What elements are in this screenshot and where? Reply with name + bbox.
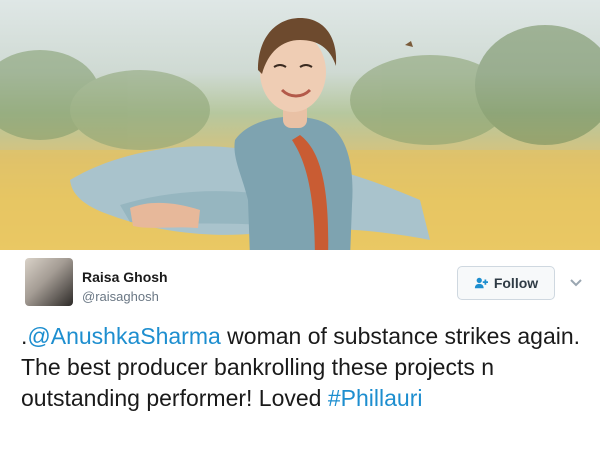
tweet-text: .@AnushkaSharma woman of substance strik… [21, 321, 586, 414]
follow-button[interactable]: Follow [457, 266, 555, 300]
follow-button-label: Follow [493, 275, 539, 291]
add-user-icon [474, 277, 488, 289]
avatar[interactable] [25, 258, 73, 306]
header-photo [0, 0, 600, 258]
chevron-down-icon[interactable] [568, 274, 584, 290]
author-name[interactable]: Raisa Ghosh [82, 269, 168, 285]
photo-illustration [0, 18, 600, 258]
hashtag-link[interactable]: #Phillauri [328, 385, 423, 411]
tweet-screenshot: Raisa Ghosh @raisaghosh Follow .@Anushka… [0, 0, 600, 450]
author-handle[interactable]: @raisaghosh [82, 289, 159, 304]
mention-link[interactable]: @AnushkaSharma [27, 323, 220, 349]
